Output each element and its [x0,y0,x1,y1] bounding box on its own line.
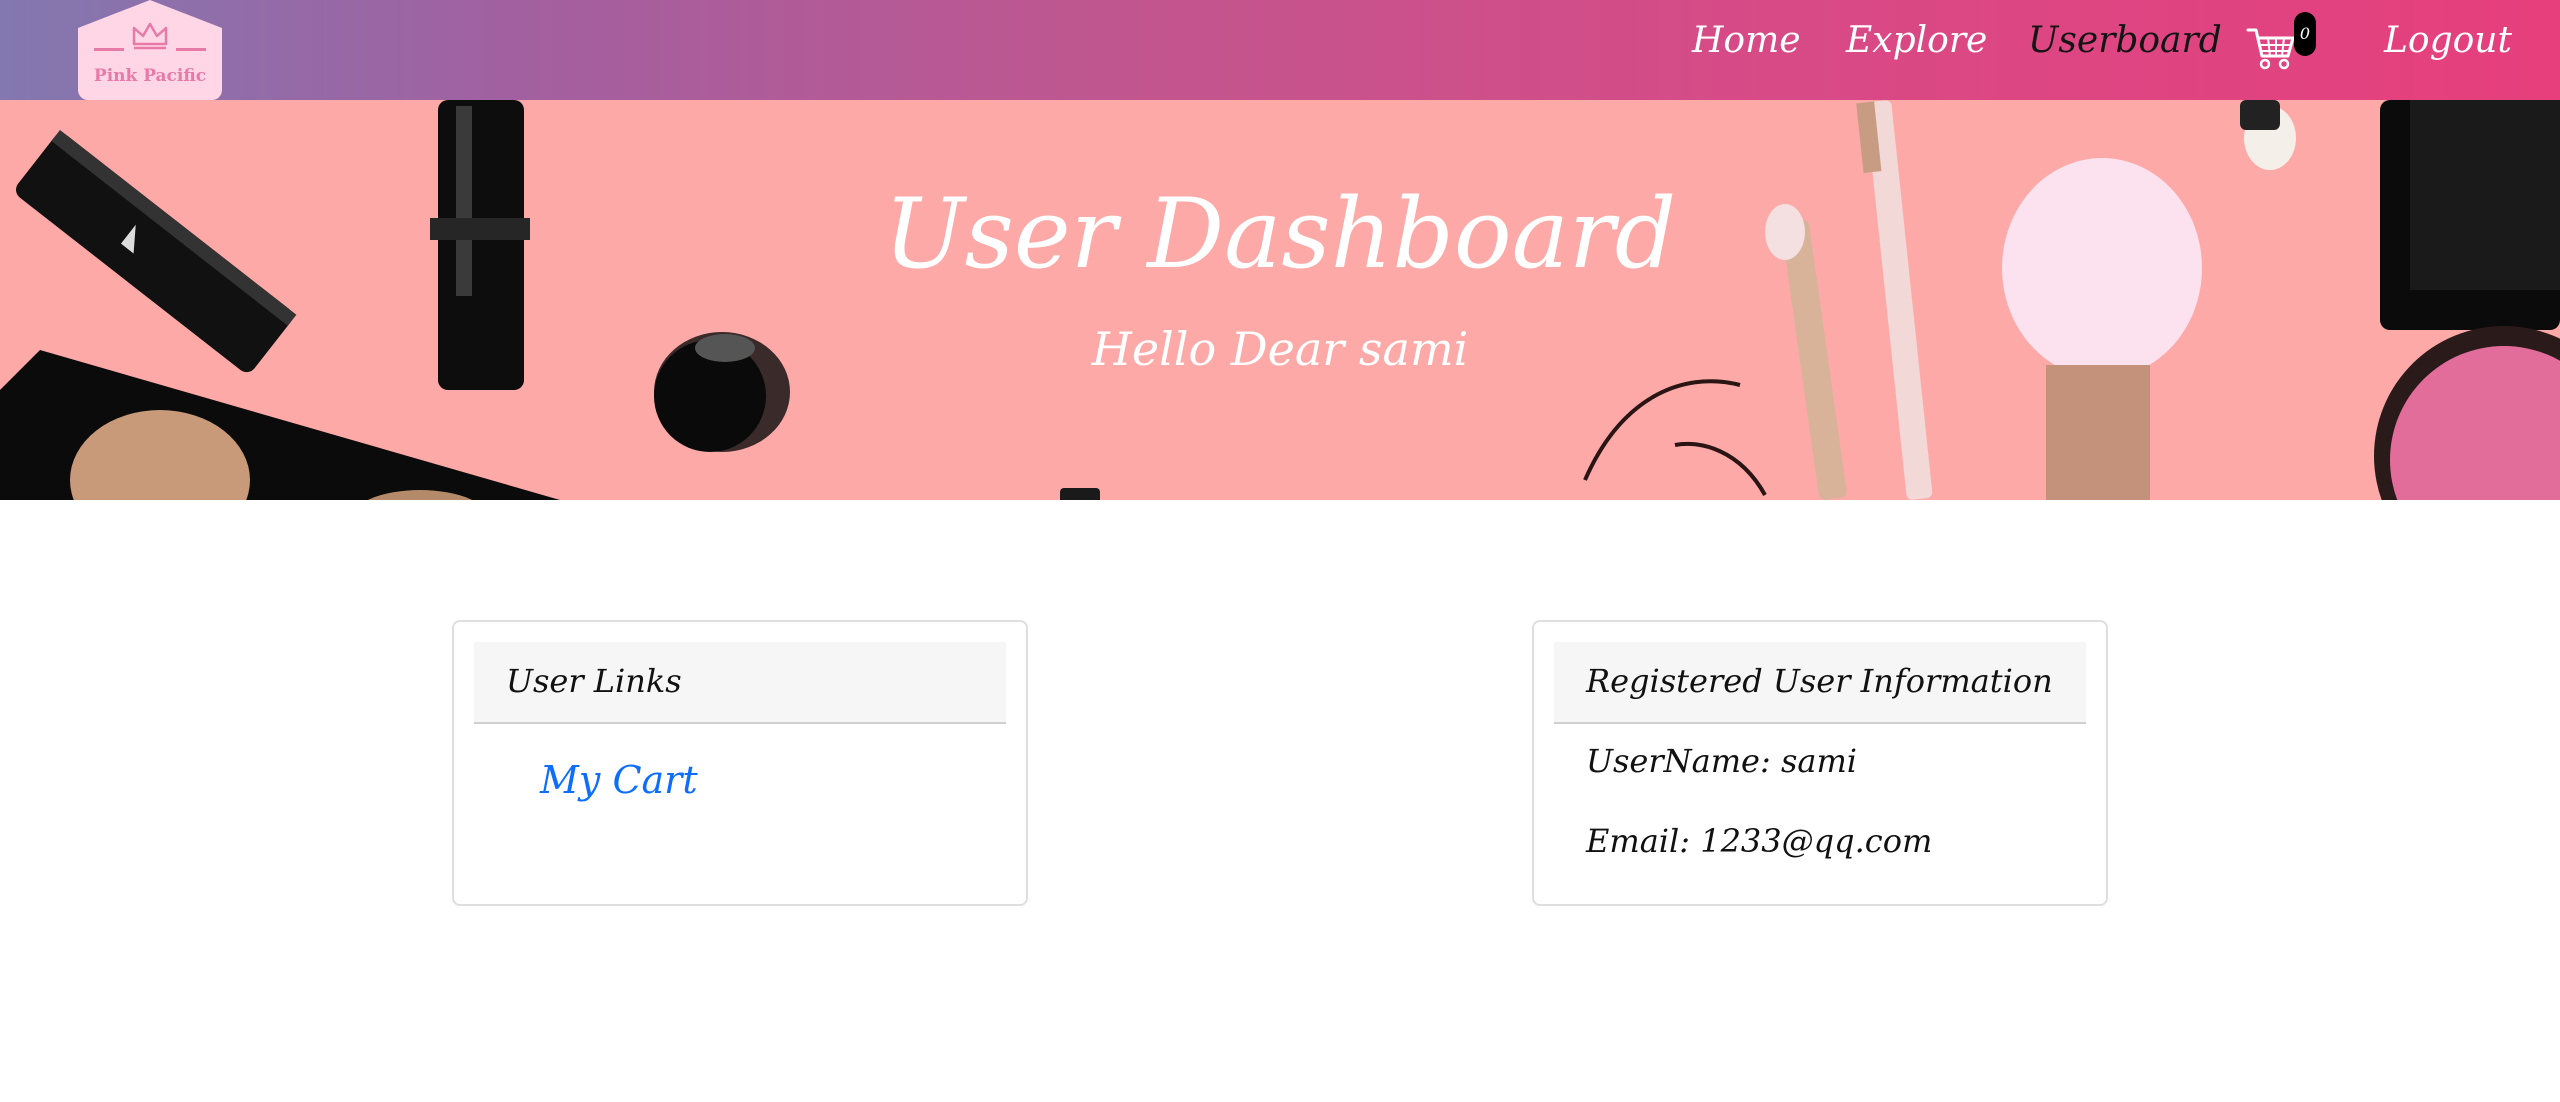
cart-count-badge: 0 [2294,12,2316,56]
nav-explore-link[interactable]: Explore [1846,20,1987,61]
nav-home-link[interactable]: Home [1692,20,1801,61]
user-info-card: Registered User Information UserName: sa… [1532,620,2108,906]
greeting-subtitle: Hello Dear sami [1091,322,1469,376]
nav-userboard-link[interactable]: Userboard [2028,20,2222,61]
crown-icon [132,22,168,50]
navbar: Pink Pacific Home Explore Userboard 0 Lo… [0,0,2560,100]
user-info-header: Registered User Information [1586,662,2053,700]
email-text: Email: 1233@qq.com [1586,822,1933,860]
card-header: User Links [474,642,1006,724]
brand-name: Pink Pacific [93,66,207,86]
page-title: User Dashboard [883,178,1677,290]
nav-logout-link[interactable]: Logout [2384,20,2512,61]
cosmetics-background-image [0,100,2560,500]
brand-logo[interactable]: Pink Pacific [78,0,222,100]
user-links-card: User Links My Cart [452,620,1028,906]
logo-dash-left [94,48,124,51]
logo-dash-right [176,48,206,51]
cart-icon[interactable] [2246,24,2296,72]
hero-banner: User Dashboard Hello Dear sami [0,100,2560,500]
card-header: Registered User Information [1554,642,2086,724]
my-cart-link[interactable]: My Cart [540,758,698,802]
username-text: UserName: sami [1586,742,1858,780]
user-links-header: User Links [506,662,682,700]
